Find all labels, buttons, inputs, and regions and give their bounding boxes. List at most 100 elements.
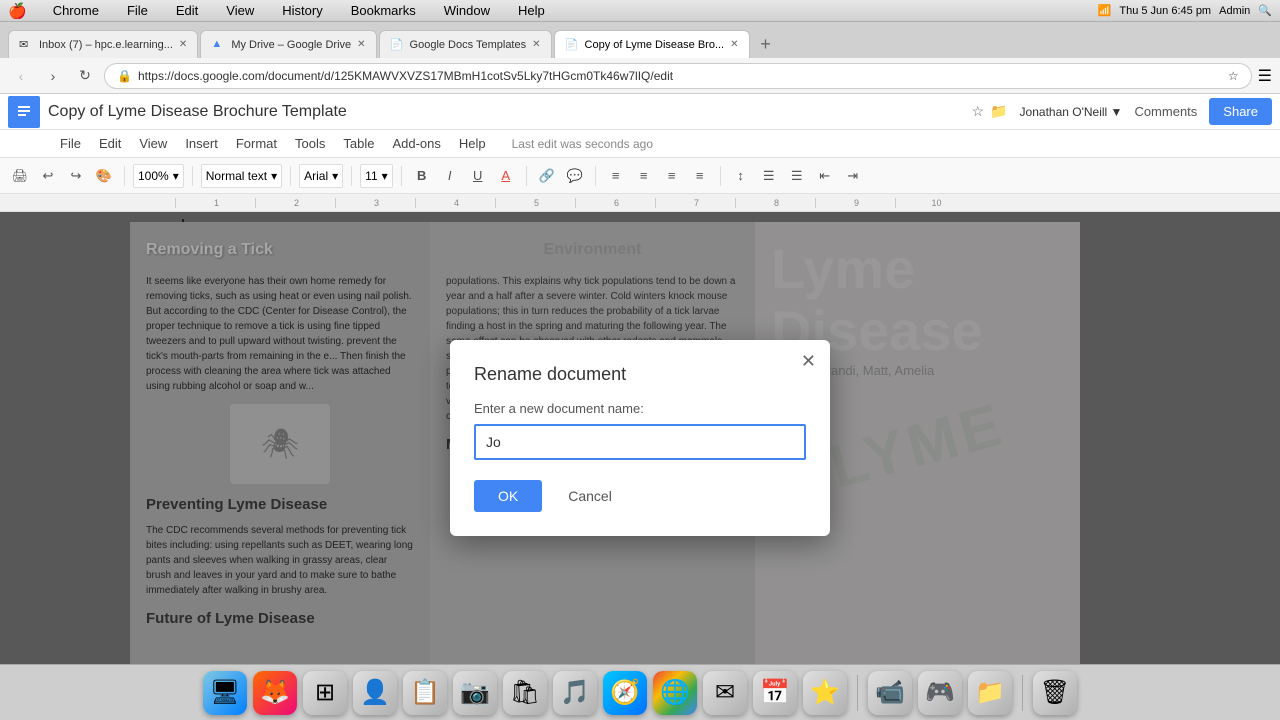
decrease-indent-button[interactable]: ⇤ — [813, 164, 837, 188]
comment-button[interactable]: 💬 — [563, 164, 587, 188]
apple-menu[interactable]: 🍎 — [8, 2, 27, 20]
dock-games[interactable]: 🎮 — [918, 671, 962, 715]
dock-itunes[interactable]: 🎵 — [553, 671, 597, 715]
dock-launchpad[interactable]: ⊞ — [303, 671, 347, 715]
dock-finder[interactable]: 🖥 — [203, 671, 247, 715]
spotlight-icon[interactable]: 🔍 — [1258, 4, 1272, 17]
tab-drive-favicon: ▲ — [211, 38, 225, 52]
refresh-button[interactable]: ↻ — [72, 63, 98, 89]
tab-doc-close[interactable]: ✕ — [730, 39, 738, 50]
dock-separator-2 — [1022, 675, 1023, 711]
dock-photos[interactable]: 📷 — [453, 671, 497, 715]
tab-drive-close[interactable]: ✕ — [357, 39, 365, 50]
share-button[interactable]: Share — [1209, 98, 1272, 125]
docs-menu-format[interactable]: Format — [228, 133, 285, 154]
paint-format-button[interactable]: 🎨 — [92, 164, 116, 188]
dialog-close-button[interactable]: ✕ — [801, 352, 816, 370]
tab-doc[interactable]: 📄 Copy of Lyme Disease Bro... ✕ — [554, 30, 750, 58]
dock-trash[interactable]: 🗑 — [1033, 671, 1077, 715]
star-icon[interactable]: ☆ — [1228, 69, 1239, 83]
star-doc-icon[interactable]: ☆ — [972, 103, 985, 120]
style-select[interactable]: Normal text▾ — [201, 164, 282, 188]
dock: 🖥 🦊 ⊞ 👤 📋 📷 🛍 🎵 🧭 🌐 ✉ 📅 ⭐ 📹 🎮 📁 🗑 — [0, 664, 1280, 720]
zoom-select[interactable]: 100%▾ — [133, 164, 184, 188]
new-tab-button[interactable]: + — [752, 30, 780, 58]
tab-doc-favicon: 📄 — [565, 38, 579, 52]
dock-safari[interactable]: 🧭 — [603, 671, 647, 715]
docs-menu-insert[interactable]: Insert — [177, 133, 226, 154]
tab-templates[interactable]: 📄 Google Docs Templates ✕ — [379, 30, 552, 58]
numbered-list-button[interactable]: ☰ — [785, 164, 809, 188]
dock-contacts[interactable]: 👤 — [353, 671, 397, 715]
dock-mail[interactable]: ✉ — [703, 671, 747, 715]
chrome-menu[interactable]: Chrome — [47, 1, 105, 20]
tab-inbox-close[interactable]: ✕ — [179, 39, 187, 50]
docs-menu-help[interactable]: Help — [451, 133, 494, 154]
docs-menu-addons[interactable]: Add-ons — [384, 133, 448, 154]
redo-button[interactable]: ↪ — [64, 164, 88, 188]
settings-icon[interactable]: ☰ — [1258, 66, 1272, 86]
docs-menu-edit[interactable]: Edit — [91, 133, 129, 154]
align-center-button[interactable]: ≡ — [632, 164, 656, 188]
url-bar[interactable]: 🔒 https://docs.google.com/document/d/125… — [104, 63, 1252, 89]
docs-logo — [8, 96, 40, 128]
edit-menu[interactable]: Edit — [170, 1, 204, 20]
link-button[interactable]: 🔗 — [535, 164, 559, 188]
italic-button[interactable]: I — [438, 164, 462, 188]
ruler: 1 2 3 4 5 6 7 8 9 10 — [0, 194, 1280, 212]
dock-stars[interactable]: ⭐ — [803, 671, 847, 715]
font-select[interactable]: Arial▾ — [299, 164, 343, 188]
document-area[interactable]: Removing a Tick It seems like everyone h… — [0, 212, 1280, 664]
separator-7 — [595, 166, 596, 186]
tab-templates-close[interactable]: ✕ — [532, 39, 540, 50]
view-menu[interactable]: View — [220, 1, 260, 20]
tab-bar: ✉ Inbox (7) – hpc.e.learning... ✕ ▲ My D… — [0, 22, 1280, 58]
line-spacing-button[interactable]: ↕ — [729, 164, 753, 188]
docs-header: Copy of Lyme Disease Brochure Template ☆… — [0, 94, 1280, 130]
dialog-input[interactable] — [474, 424, 806, 460]
file-menu[interactable]: File — [121, 1, 154, 20]
tab-templates-title: Google Docs Templates — [410, 39, 527, 51]
ruler-mark: 2 — [255, 198, 335, 208]
dialog-ok-button[interactable]: OK — [474, 480, 542, 512]
dock-facetime[interactable]: 📹 — [868, 671, 912, 715]
bookmarks-menu[interactable]: Bookmarks — [345, 1, 422, 20]
history-menu[interactable]: History — [276, 1, 328, 20]
folder-icon[interactable]: 📁 — [990, 103, 1007, 120]
help-menu[interactable]: Help — [512, 1, 551, 20]
align-left-button[interactable]: ≡ — [604, 164, 628, 188]
tab-doc-title: Copy of Lyme Disease Bro... — [585, 39, 725, 51]
tab-drive[interactable]: ▲ My Drive – Google Drive ✕ — [200, 30, 376, 58]
bullet-list-button[interactable]: ☰ — [757, 164, 781, 188]
underline-button[interactable]: U — [466, 164, 490, 188]
dock-chrome[interactable]: 🌐 — [653, 671, 697, 715]
dock-calendar[interactable]: 📅 — [753, 671, 797, 715]
docs-menu-tools[interactable]: Tools — [287, 133, 333, 154]
docs-menu-view[interactable]: View — [131, 133, 175, 154]
comments-button[interactable]: Comments — [1126, 100, 1205, 123]
undo-button[interactable]: ↩ — [36, 164, 60, 188]
docs-menu-file[interactable]: File — [52, 133, 89, 154]
align-right-button[interactable]: ≡ — [660, 164, 684, 188]
formatting-toolbar: 🖨 ↩ ↪ 🎨 100%▾ Normal text▾ Arial▾ 11▾ B … — [0, 158, 1280, 194]
dock-firefox[interactable]: 🦊 — [253, 671, 297, 715]
modal-overlay[interactable]: ✕ Rename document Enter a new document n… — [0, 212, 1280, 664]
print-button[interactable]: 🖨 — [8, 164, 32, 188]
dialog-cancel-button[interactable]: Cancel — [552, 480, 628, 512]
ruler-mark: 7 — [655, 198, 735, 208]
justify-button[interactable]: ≡ — [688, 164, 712, 188]
forward-button[interactable]: › — [40, 63, 66, 89]
dock-appstore[interactable]: 🛍 — [503, 671, 547, 715]
increase-indent-button[interactable]: ⇥ — [841, 164, 865, 188]
fontsize-select[interactable]: 11▾ — [360, 164, 393, 188]
window-menu[interactable]: Window — [438, 1, 496, 20]
tab-inbox[interactable]: ✉ Inbox (7) – hpc.e.learning... ✕ — [8, 30, 198, 58]
dock-reminders[interactable]: 📋 — [403, 671, 447, 715]
text-color-button[interactable]: A — [494, 164, 518, 188]
url-text: https://docs.google.com/document/d/125KM… — [138, 69, 1222, 83]
docs-menu-table[interactable]: Table — [335, 133, 382, 154]
back-button[interactable]: ‹ — [8, 63, 34, 89]
bold-button[interactable]: B — [410, 164, 434, 188]
dialog-label: Enter a new document name: — [474, 401, 806, 416]
dock-folder[interactable]: 📁 — [968, 671, 1012, 715]
